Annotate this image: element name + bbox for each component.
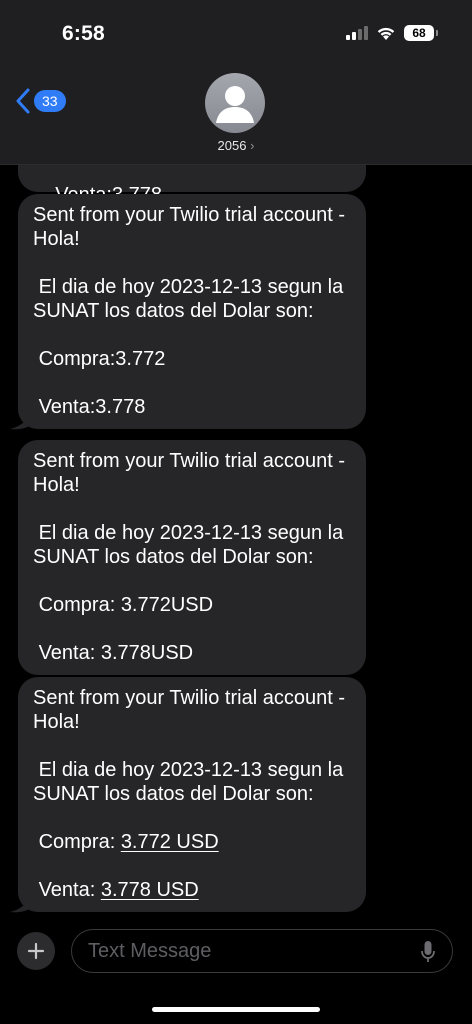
compra-label: Compra: bbox=[33, 831, 121, 853]
message-input[interactable]: Text Message bbox=[71, 929, 453, 973]
person-icon bbox=[216, 86, 254, 123]
contact-name: 2056 bbox=[217, 138, 247, 153]
message-text: El dia de hoy 2023-12-13 segun la SUNAT … bbox=[33, 522, 349, 568]
status-icons: 68 bbox=[346, 25, 438, 41]
message-bubble[interactable]: Sent from your Twilio trial account - Ho… bbox=[18, 677, 366, 912]
back-button[interactable]: 33 bbox=[16, 88, 66, 114]
venta-value-link[interactable]: 3.778 USD bbox=[101, 879, 199, 901]
contact-avatar[interactable] bbox=[205, 73, 265, 133]
contact-name-button[interactable]: 2056 › bbox=[0, 138, 472, 153]
message-text: Sent from your Twilio trial account - Ho… bbox=[33, 450, 351, 496]
venta-label: Venta: bbox=[33, 642, 101, 664]
message-bubble[interactable]: Sent from your Twilio trial account - Ho… bbox=[18, 440, 366, 675]
status-time: 6:58 bbox=[62, 22, 105, 45]
plus-icon bbox=[27, 942, 45, 960]
venta-label: Venta: bbox=[33, 396, 96, 418]
venta-value: 3.778USD bbox=[100, 642, 194, 664]
message-text: Sent from your Twilio trial account - Ho… bbox=[33, 204, 351, 250]
compra-value-link[interactable]: 3.772 USD bbox=[121, 831, 219, 853]
message-bubble[interactable]: Sent from your Twilio trial account - Ho… bbox=[18, 194, 366, 429]
battery-icon: 68 bbox=[404, 25, 438, 41]
venta-label: Venta: bbox=[33, 879, 101, 901]
home-indicator[interactable] bbox=[152, 1007, 320, 1012]
chevron-left-icon bbox=[16, 88, 30, 114]
microphone-icon[interactable] bbox=[420, 940, 436, 964]
bubble-tail bbox=[10, 410, 30, 430]
compra-label: Compra: bbox=[33, 594, 121, 616]
compra-value: 3.772 bbox=[115, 348, 166, 370]
venta-value: 3.778 bbox=[95, 396, 146, 418]
bubble-tail bbox=[10, 893, 30, 913]
message-text: El dia de hoy 2023-12-13 segun la SUNAT … bbox=[33, 759, 349, 805]
signal-icon bbox=[346, 26, 368, 40]
message-text: Sent from your Twilio trial account - Ho… bbox=[33, 687, 351, 733]
chevron-right-icon: › bbox=[250, 138, 255, 153]
message-input-placeholder: Text Message bbox=[88, 940, 212, 962]
conversation-header: 6:58 68 33 2056 › bbox=[0, 0, 472, 165]
wifi-icon bbox=[377, 27, 395, 40]
compra-label: Compra: bbox=[33, 348, 116, 370]
compra-value: 3.772USD bbox=[120, 594, 214, 616]
apps-button[interactable] bbox=[17, 932, 55, 970]
unread-count-badge: 33 bbox=[34, 90, 66, 112]
message-text: El dia de hoy 2023-12-13 segun la SUNAT … bbox=[33, 276, 349, 322]
